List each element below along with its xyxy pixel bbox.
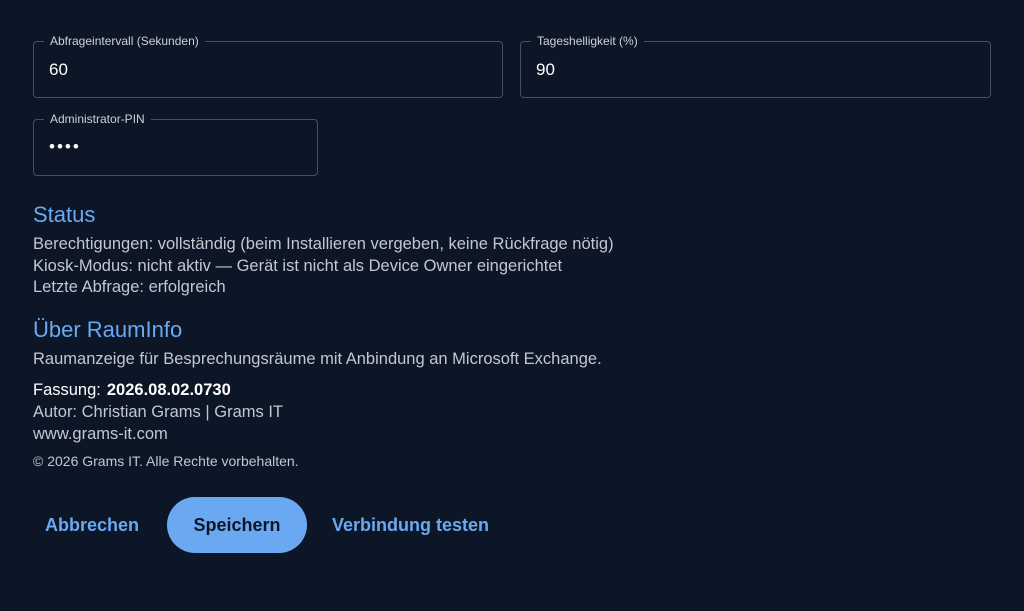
about-description: Raumanzeige für Besprechungsräume mit An… [33, 350, 602, 368]
version-label: Fassung: [33, 381, 101, 399]
interval-field-label: Abfrageintervall (Sekunden) [44, 34, 205, 48]
interval-field-value[interactable]: 60 [49, 42, 68, 97]
about-heading: Über RaumInfo [33, 317, 183, 342]
status-heading: Status [33, 202, 96, 227]
status-last-query: Letzte Abfrage: erfolgreich [33, 278, 226, 296]
test-connection-button[interactable]: Verbindung testen [332, 514, 489, 536]
brightness-field[interactable]: Tageshelligkeit (%) 90 [520, 34, 991, 98]
admin-pin-field-value[interactable]: •••• [49, 118, 81, 175]
cancel-button[interactable]: Abbrechen [45, 514, 139, 536]
save-button[interactable]: Speichern [167, 497, 307, 553]
status-kiosk-mode: Kiosk-Modus: nicht aktiv — Gerät ist nic… [33, 257, 563, 275]
admin-pin-field[interactable]: Administrator-PIN •••• [33, 112, 318, 176]
settings-page: Abfrageintervall (Sekunden) 60 Tageshell… [0, 0, 1024, 611]
version-value: 2026.08.02.0730 [106, 381, 231, 399]
status-permissions: Berechtigungen: vollständig (beim Instal… [33, 235, 614, 253]
about-copyright: © 2026 Grams IT. Alle Rechte vorbehalten… [33, 453, 299, 469]
about-version: Fassung: 2026.08.02.0730 [33, 380, 231, 400]
interval-field[interactable]: Abfrageintervall (Sekunden) 60 [33, 34, 503, 98]
about-author: Autor: Christian Grams | Grams IT [33, 403, 283, 421]
brightness-field-value[interactable]: 90 [536, 42, 555, 97]
about-website: www.grams-it.com [33, 425, 168, 443]
